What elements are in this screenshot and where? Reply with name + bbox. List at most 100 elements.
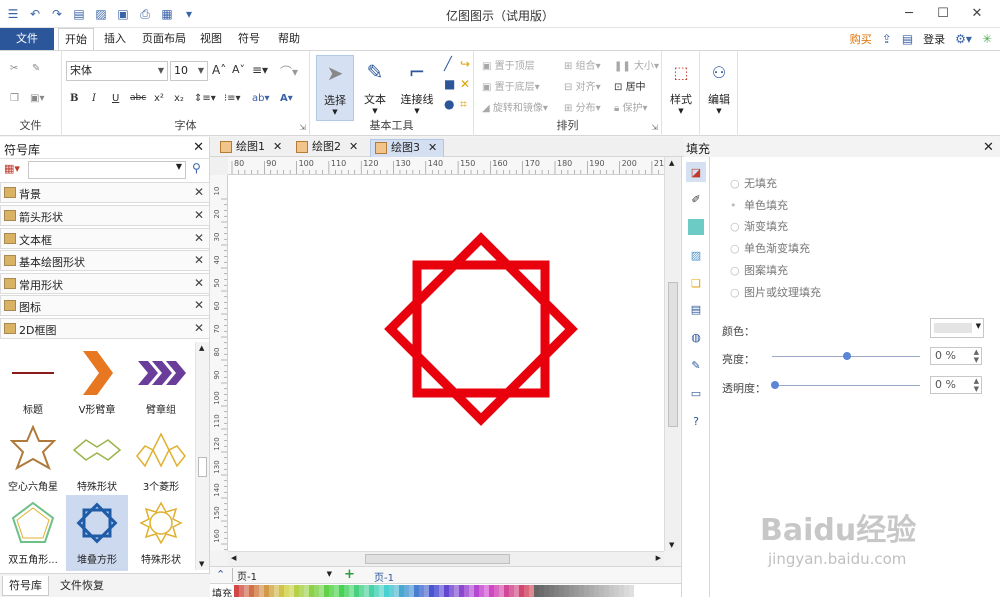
strikethrough-icon[interactable]: abc xyxy=(130,93,146,103)
color-swatch[interactable] xyxy=(589,585,594,597)
shape-double-pentagon[interactable]: 双五角形... xyxy=(2,495,64,571)
doc-tab-1[interactable]: 绘图1 ✕ xyxy=(216,139,282,157)
doc-tab-close-icon[interactable]: ✕ xyxy=(273,140,282,153)
arrange-dialog-launcher-icon[interactable]: ⇲ xyxy=(651,123,658,132)
vertical-scroll-thumb[interactable] xyxy=(668,282,678,427)
category-close-icon[interactable]: ✕ xyxy=(194,231,204,245)
color-swatch[interactable] xyxy=(304,585,309,597)
color-swatch[interactable] xyxy=(279,585,284,597)
color-swatch[interactable] xyxy=(364,585,369,597)
maximize-button[interactable]: ☐ xyxy=(926,3,960,23)
underline-icon[interactable]: U xyxy=(112,93,119,104)
rectangle-tool-icon[interactable]: ■ xyxy=(444,77,455,91)
color-swatch[interactable] xyxy=(604,585,609,597)
color-swatch[interactable] xyxy=(554,585,559,597)
color-swatch[interactable] xyxy=(334,585,339,597)
tab-page-layout[interactable]: 页面布局 xyxy=(138,28,190,50)
distribute-button[interactable]: ⊞ 分布▾ xyxy=(564,99,601,114)
category-close-icon[interactable]: ✕ xyxy=(194,208,204,222)
transparency-input[interactable]: 0 % ▲ ▼ xyxy=(930,376,982,394)
comment-tool-icon[interactable]: ▭ xyxy=(686,383,706,403)
color-swatch[interactable] xyxy=(399,585,404,597)
color-swatch[interactable] xyxy=(269,585,274,597)
shadow-tool-icon[interactable] xyxy=(686,217,706,237)
color-swatch[interactable] xyxy=(489,585,494,597)
color-swatch[interactable] xyxy=(369,585,374,597)
color-swatch[interactable] xyxy=(319,585,324,597)
category-2d-block[interactable]: 2D框图 ✕ xyxy=(0,318,210,339)
image-tool-icon[interactable]: ▨ xyxy=(686,245,706,265)
help-tool-icon[interactable]: ? xyxy=(686,411,706,431)
color-swatch[interactable] xyxy=(519,585,524,597)
color-swatch[interactable] xyxy=(559,585,564,597)
color-swatch[interactable] xyxy=(404,585,409,597)
color-swatch[interactable] xyxy=(249,585,254,597)
line-tool-icon[interactable]: ╱ xyxy=(444,57,452,72)
transparency-slider-knob[interactable] xyxy=(771,381,779,389)
scroll-right-icon[interactable]: ▶ xyxy=(656,554,661,562)
scroll-down-icon[interactable]: ▼ xyxy=(199,560,204,568)
shape-v-chevron[interactable]: V形臂章 xyxy=(66,345,128,421)
text-tool-button[interactable]: ✎ 文本 ▼ xyxy=(356,55,394,121)
color-picker[interactable]: ▼ xyxy=(930,318,984,338)
select-button[interactable]: ➤ 选择 ▼ xyxy=(316,55,354,121)
category-close-icon[interactable]: ✕ xyxy=(194,321,204,335)
color-swatch[interactable] xyxy=(544,585,549,597)
text-highlight-icon[interactable]: ab▾ xyxy=(252,93,270,104)
scroll-up-icon[interactable]: ▲ xyxy=(669,159,674,167)
color-swatch[interactable] xyxy=(529,585,534,597)
rotate-mirror-button[interactable]: ◢ 旋转和镜像▾ xyxy=(482,99,548,114)
library-scrollbar[interactable]: ▲ ▼ xyxy=(195,342,209,570)
bullet-list-icon[interactable]: ⁝≡▾ xyxy=(224,93,241,104)
category-close-icon[interactable]: ✕ xyxy=(194,253,204,267)
color-swatch[interactable] xyxy=(409,585,414,597)
page-tab[interactable]: 页-1 xyxy=(374,569,394,584)
color-swatch[interactable] xyxy=(484,585,489,597)
curve-text-icon[interactable]: ⌒▾ xyxy=(280,63,298,80)
tab-symbol-library[interactable]: 符号库 xyxy=(2,576,49,596)
cut-icon[interactable]: ✂ xyxy=(10,63,18,74)
tab-help[interactable]: 帮助 xyxy=(272,28,306,50)
size-button[interactable]: ❚❚ 大小▾ xyxy=(614,57,659,72)
scroll-down-icon[interactable]: ▼ xyxy=(669,541,674,549)
shape-three-diamonds[interactable]: 3个菱形 xyxy=(130,422,192,498)
tab-symbol[interactable]: 符号 xyxy=(232,28,266,50)
color-swatch[interactable] xyxy=(534,585,539,597)
fill-tool-icon[interactable]: ◪ xyxy=(686,162,706,182)
tab-file[interactable]: 文件 xyxy=(0,28,54,50)
color-swatch[interactable] xyxy=(324,585,329,597)
color-swatch[interactable] xyxy=(619,585,624,597)
color-swatch[interactable] xyxy=(344,585,349,597)
stacked-squares-shape[interactable] xyxy=(228,175,664,551)
category-common-shapes[interactable]: 常用形状 ✕ xyxy=(0,273,210,294)
paste-icon[interactable]: ▣▾ xyxy=(30,93,44,104)
color-swatch[interactable] xyxy=(509,585,514,597)
shrink-font-icon[interactable]: A˅ xyxy=(232,63,245,76)
category-background[interactable]: 背景 ✕ xyxy=(0,182,210,203)
mono-gradient-option[interactable]: ○ 单色渐变填充 xyxy=(730,240,810,256)
color-swatch[interactable] xyxy=(424,585,429,597)
font-color-icon[interactable]: A▾ xyxy=(280,93,293,104)
page-tool-icon[interactable]: ▤ xyxy=(686,299,706,319)
color-swatch[interactable] xyxy=(389,585,394,597)
color-swatch[interactable] xyxy=(434,585,439,597)
freeform-tool-icon[interactable]: ✕ xyxy=(460,77,470,91)
color-swatch[interactable] xyxy=(609,585,614,597)
scroll-left-icon[interactable]: ◀ xyxy=(231,554,236,562)
color-swatch[interactable] xyxy=(449,585,454,597)
canvas-horizontal-scrollbar[interactable]: ◀ ▶ xyxy=(228,551,664,566)
tab-insert[interactable]: 插入 xyxy=(98,28,132,50)
color-swatch[interactable] xyxy=(464,585,469,597)
export-pdf-icon[interactable]: ▤ xyxy=(902,32,913,46)
color-swatch[interactable] xyxy=(384,585,389,597)
color-swatch[interactable] xyxy=(594,585,599,597)
edit-button[interactable]: ⚇ 编辑 ▼ xyxy=(700,55,738,121)
color-swatch[interactable] xyxy=(549,585,554,597)
tab-file-recovery[interactable]: 文件恢复 xyxy=(54,576,110,596)
shape-stacked-squares[interactable]: 堆叠方形 xyxy=(66,495,128,571)
tab-view[interactable]: 视图 xyxy=(196,28,226,50)
color-swatch[interactable] xyxy=(329,585,334,597)
attachment-tool-icon[interactable]: ✎ xyxy=(686,355,706,375)
line-tool-icon[interactable]: ✐ xyxy=(686,189,706,209)
gradient-fill-option[interactable]: ○ 渐变填充 xyxy=(730,218,788,234)
